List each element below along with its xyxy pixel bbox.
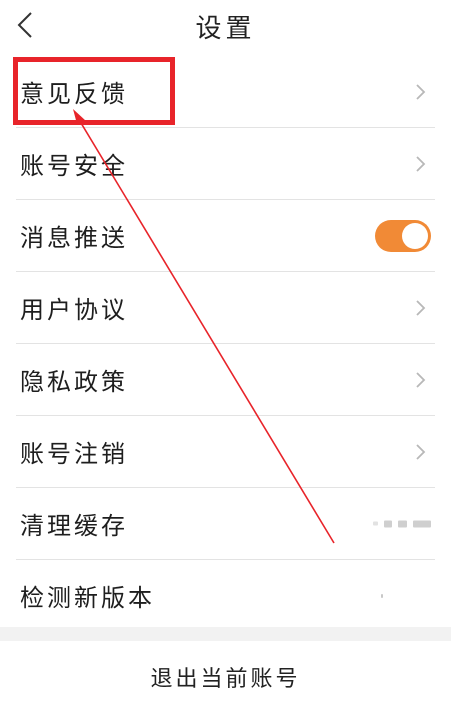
push-notification-toggle[interactable] — [375, 219, 431, 252]
chevron-right-icon — [416, 299, 426, 316]
settings-item-label: 隐私政策 — [20, 368, 128, 396]
section-divider — [0, 627, 451, 641]
cache-size-value — [373, 520, 431, 527]
logout-button[interactable]: 退出当前账号 — [0, 641, 451, 712]
chevron-right-icon — [416, 83, 426, 100]
settings-item-label: 清理缓存 — [20, 512, 128, 540]
settings-item-account-security[interactable]: 账号安全 — [16, 128, 435, 200]
settings-item-label: 消息推送 — [20, 224, 128, 252]
toggle-knob — [402, 222, 428, 249]
settings-list: 意见反馈 账号安全 消息推送 用户协议 隐私政策 账号注销 清理缓存 检测新版本 — [16, 56, 435, 631]
header-bar: 设置 — [0, 0, 451, 54]
settings-item-label: 用户协议 — [20, 296, 128, 324]
version-value — [381, 593, 383, 598]
page-title: 设置 — [195, 14, 256, 44]
settings-item-label: 检测新版本 — [20, 584, 155, 612]
settings-item-label: 账号注销 — [20, 440, 128, 468]
settings-item-privacy-policy[interactable]: 隐私政策 — [16, 344, 435, 416]
settings-item-label: 意见反馈 — [20, 80, 128, 108]
settings-item-check-update[interactable]: 检测新版本 — [16, 560, 435, 631]
settings-item-feedback[interactable]: 意见反馈 — [16, 56, 435, 128]
chevron-right-icon — [416, 155, 426, 172]
settings-item-delete-account[interactable]: 账号注销 — [16, 416, 435, 488]
settings-item-user-agreement[interactable]: 用户协议 — [16, 272, 435, 344]
chevron-right-icon — [416, 443, 426, 460]
settings-item-clear-cache[interactable]: 清理缓存 — [16, 488, 435, 560]
chevron-right-icon — [416, 371, 426, 388]
settings-item-push-notifications: 消息推送 — [16, 200, 435, 272]
settings-item-label: 账号安全 — [20, 152, 128, 180]
